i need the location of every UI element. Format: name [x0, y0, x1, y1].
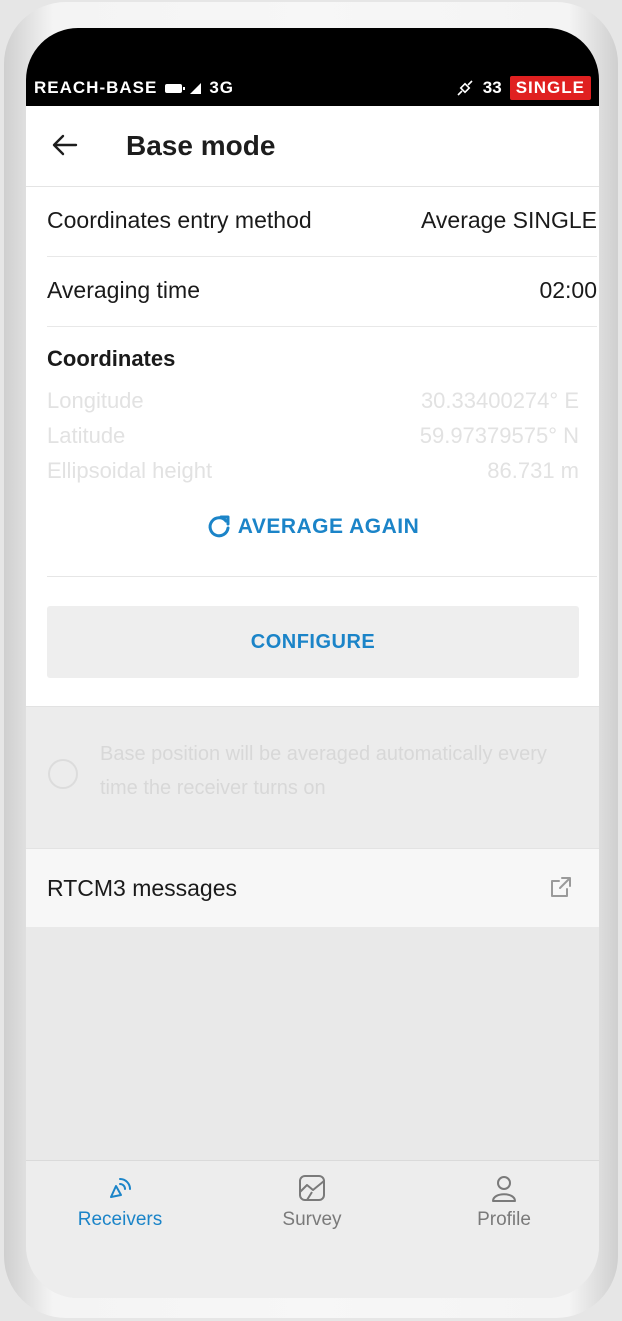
- nav-receivers[interactable]: Receivers: [50, 1173, 190, 1231]
- device-name: REACH-BASE: [34, 78, 158, 97]
- external-link-icon: [551, 877, 571, 897]
- receiver-signal-icon: [110, 1178, 131, 1198]
- averaging-time-value: 02:00: [539, 277, 597, 303]
- longitude-value: 30.33400274° E: [420, 388, 579, 413]
- satellite-count: 33: [482, 78, 502, 97]
- screen: REACH-BASE 3G 33 SINGLE Base mode Coordi…: [26, 28, 599, 1298]
- nav-profile-label: Profile: [477, 1209, 531, 1230]
- status-right: 33 SINGLE: [455, 76, 591, 100]
- auto-average-text: Base position will be averaged automatic…: [100, 743, 547, 799]
- status-bar: REACH-BASE 3G 33 SINGLE: [26, 28, 599, 106]
- average-again-button[interactable]: AVERAGE AGAIN: [26, 514, 599, 540]
- rtcm-label: RTCM3 messages: [47, 875, 238, 901]
- map-icon: [299, 1175, 325, 1201]
- configure-label: CONFIGURE: [250, 630, 376, 653]
- coordinate-row-latitude: Latitude 59.97379575° N: [47, 423, 579, 449]
- page-title: Base mode: [126, 130, 276, 161]
- refresh-icon: [208, 515, 230, 538]
- base-mode-card: Base mode Coordinates entry method Avera…: [26, 106, 599, 706]
- entry-method-value: Average SINGLE: [420, 207, 597, 233]
- longitude-label: Longitude: [47, 388, 144, 413]
- empty-area: [26, 927, 599, 1160]
- entry-method-label: Coordinates entry method: [47, 207, 312, 233]
- nav-receivers-label: Receivers: [77, 1209, 163, 1230]
- divider: [47, 576, 597, 577]
- auto-average-radio: [48, 759, 78, 789]
- bottom-nav: Receivers Survey Profile: [26, 1160, 599, 1298]
- coordinate-row-height: Ellipsoidal height 86.731 m: [47, 458, 579, 484]
- latitude-label: Latitude: [47, 423, 126, 448]
- solution-status-badge: SINGLE: [509, 76, 591, 100]
- height-label: Ellipsoidal height: [47, 458, 213, 483]
- coordinates-title: Coordinates: [47, 346, 176, 371]
- configure-button[interactable]: CONFIGURE: [47, 606, 579, 678]
- height-value: 86.731 m: [487, 458, 579, 483]
- signal-icon: [190, 82, 202, 94]
- back-button[interactable]: [50, 130, 80, 160]
- latitude-value: 59.97379575° N: [419, 423, 579, 448]
- nav-profile[interactable]: Profile: [434, 1173, 574, 1231]
- network-type: 3G: [209, 78, 235, 97]
- nav-survey-label: Survey: [282, 1209, 342, 1230]
- app-header: Base mode: [26, 106, 599, 187]
- average-again-label: AVERAGE AGAIN: [237, 515, 420, 538]
- status-left: REACH-BASE 3G: [34, 78, 234, 98]
- averaging-time-label: Averaging time: [47, 277, 200, 303]
- person-icon: [492, 1176, 516, 1202]
- satellite-icon: [457, 80, 473, 96]
- averaging-time-row[interactable]: Averaging time 02:00: [47, 256, 597, 327]
- nav-survey[interactable]: Survey: [242, 1173, 382, 1231]
- auto-average-option: Base position will be averaged automatic…: [26, 706, 599, 848]
- battery-icon: [165, 83, 186, 93]
- arrow-left-icon: [52, 134, 78, 156]
- rtcm-messages-row[interactable]: RTCM3 messages: [26, 848, 599, 928]
- entry-method-row[interactable]: Coordinates entry method Average SINGLE: [47, 186, 597, 257]
- coordinate-row-longitude: Longitude 30.33400274° E: [47, 388, 579, 414]
